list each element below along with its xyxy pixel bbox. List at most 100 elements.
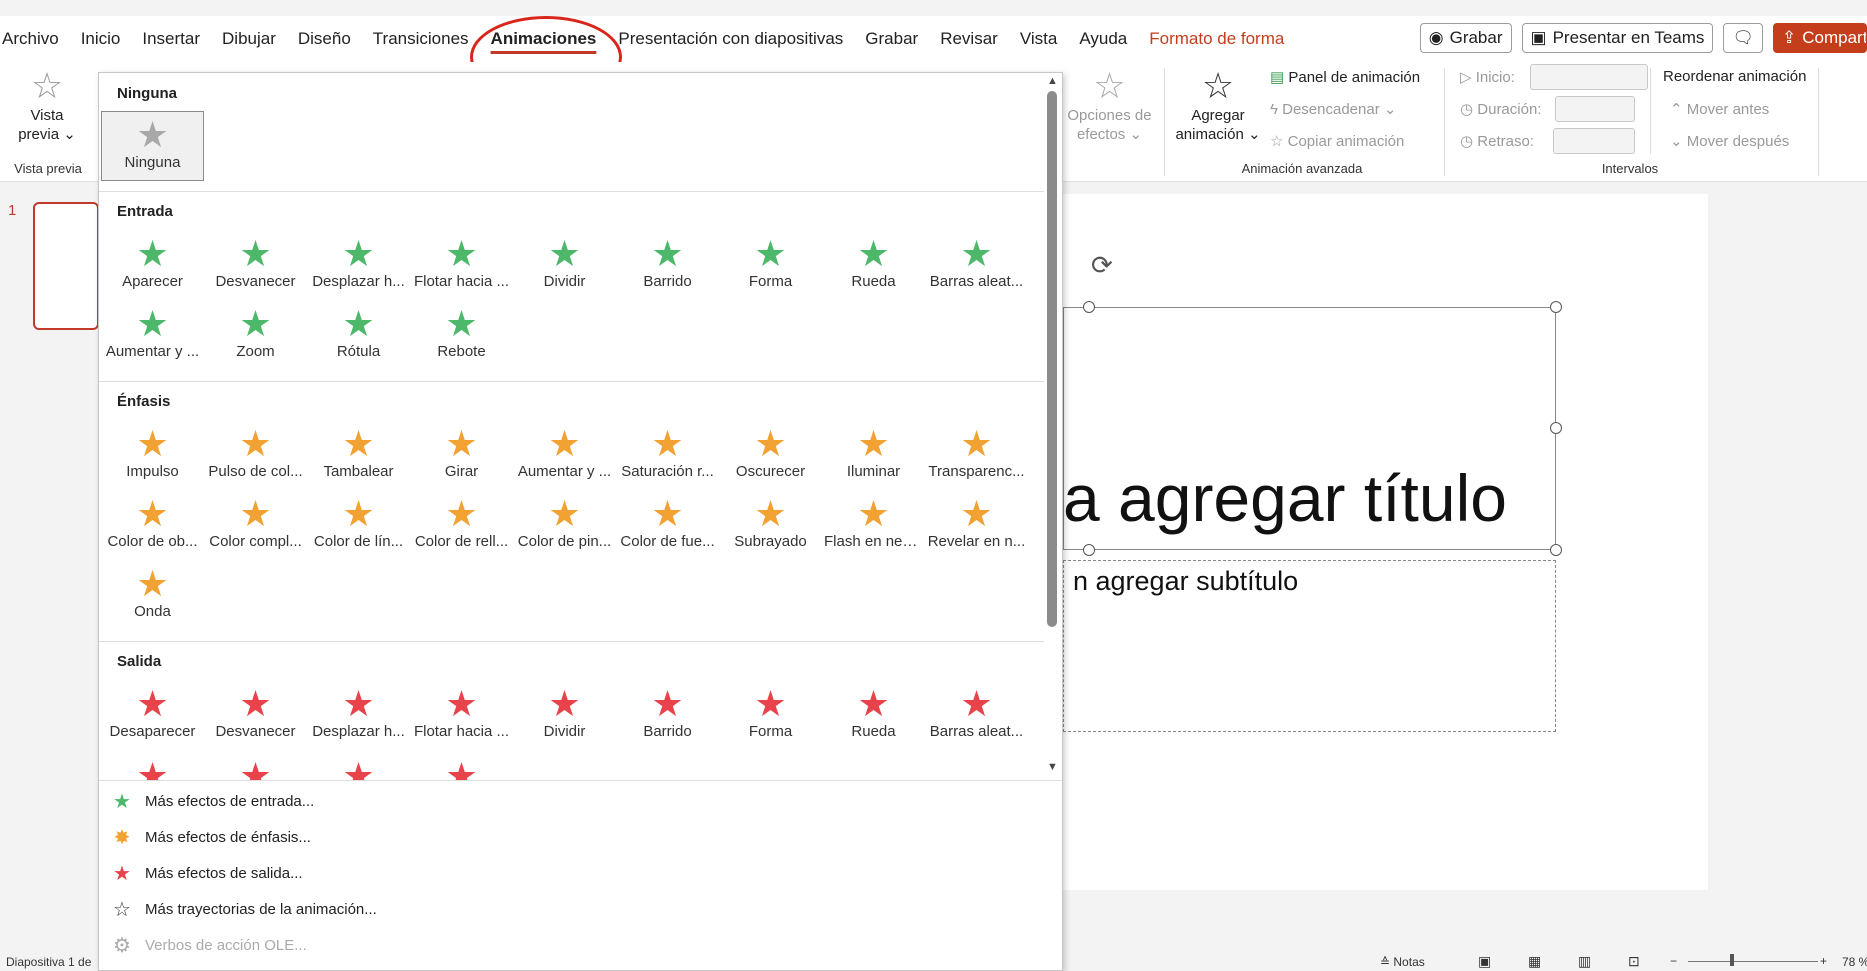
tab-0[interactable]: Archivo [0, 16, 70, 62]
exit-effect[interactable]: ★ Rueda [822, 681, 925, 747]
slide-thumbnail[interactable] [33, 202, 99, 330]
entrance-effect[interactable]: ★ Aparecer [101, 231, 204, 297]
emphasis-effect[interactable]: ★ Color de rell... [410, 491, 513, 557]
emphasis-effect[interactable]: ★ Color de ob... [101, 491, 204, 557]
exit-effect[interactable]: ★ Flotar hacia ... [410, 681, 513, 747]
tab-6[interactable]: Animaciones [480, 16, 608, 62]
zoom-out-icon[interactable]: − [1670, 954, 1677, 968]
scroll-down-icon[interactable]: ▼ [1047, 761, 1058, 773]
effect-none[interactable]: ★ Ninguna [101, 111, 204, 181]
effect-options-button[interactable]: ☆ Opciones de efectos ⌄ [1062, 66, 1157, 144]
emphasis-effect[interactable]: ★ Impulso [101, 421, 204, 487]
more-exit-item[interactable]: ★ Más efectos de salida... [111, 857, 303, 889]
entrance-effect[interactable]: ★ Barrido [616, 231, 719, 297]
tab-2[interactable]: Insertar [131, 16, 211, 62]
entrance-effect[interactable]: ★ Rueda [822, 231, 925, 297]
emphasis-effect[interactable]: ★ Color de fue... [616, 491, 719, 557]
more-entrance-item[interactable]: ★ Más efectos de entrada... [111, 785, 314, 817]
animation-pane-button[interactable]: ▤ Panel de animación [1270, 68, 1420, 86]
exit-effect-partial[interactable]: ★ [410, 753, 513, 780]
entrance-effect[interactable]: ★ Desplazar h... [307, 231, 410, 297]
emphasis-effect[interactable]: ★ Tambalear [307, 421, 410, 487]
ole-verbs-item[interactable]: ⚙ Verbos de acción OLE... [111, 929, 307, 961]
zoom-in-icon[interactable]: + [1820, 954, 1827, 968]
zoom-slider[interactable] [1688, 961, 1818, 962]
emphasis-effect[interactable]: ★ Saturación r... [616, 421, 719, 487]
emphasis-effect[interactable]: ★ Transparenc... [925, 421, 1028, 487]
delay-field[interactable] [1553, 128, 1635, 154]
exit-effect-partial[interactable]: ★ [204, 753, 307, 780]
emphasis-effect[interactable]: ★ Girar [410, 421, 513, 487]
emphasis-effect[interactable]: ★ Onda [101, 561, 204, 627]
entrance-effect[interactable]: ★ Flotar hacia ... [410, 231, 513, 297]
reading-view-icon[interactable]: ▥ [1578, 953, 1591, 970]
exit-effect[interactable]: ★ Forma [719, 681, 822, 747]
resize-handle[interactable] [1550, 544, 1562, 556]
zoom-level[interactable]: 78 % [1842, 955, 1867, 969]
entrance-effect[interactable]: ★ Desvanecer [204, 231, 307, 297]
exit-effect[interactable]: ★ Desplazar h... [307, 681, 410, 747]
resize-handle[interactable] [1083, 544, 1095, 556]
tab-12[interactable]: Formato de forma [1138, 16, 1295, 62]
scrollbar-thumb[interactable] [1047, 91, 1057, 627]
exit-effect[interactable]: ★ Desaparecer [101, 681, 204, 747]
exit-effect[interactable]: ★ Barrido [616, 681, 719, 747]
emphasis-effect[interactable]: ★ Subrayado [719, 491, 822, 557]
tab-1[interactable]: Inicio [70, 16, 132, 62]
entrance-effect[interactable]: ★ Forma [719, 231, 822, 297]
exit-effect[interactable]: ★ Barras aleat... [925, 681, 1028, 747]
exit-effect[interactable]: ★ Dividir [513, 681, 616, 747]
tab-8[interactable]: Grabar [854, 16, 929, 62]
move-later-button[interactable]: ⌄ Mover después [1670, 132, 1789, 150]
emphasis-effect[interactable]: ★ Aumentar y ... [513, 421, 616, 487]
more-paths-item[interactable]: ☆ Más trayectorias de la animación... [111, 893, 377, 925]
entrance-effect[interactable]: ★ Zoom [204, 301, 307, 367]
entrance-effect[interactable]: ★ Aumentar y ... [101, 301, 204, 367]
emphasis-effect[interactable]: ★ Revelar en n... [925, 491, 1028, 557]
emphasis-effect[interactable]: ★ Pulso de col... [204, 421, 307, 487]
comments-button[interactable]: 🗨 [1723, 23, 1763, 53]
more-emphasis-item[interactable]: ✸ Más efectos de énfasis... [111, 821, 311, 853]
trigger-button[interactable]: ϟ Desencadenar ⌄ [1270, 100, 1396, 118]
tab-7[interactable]: Presentación con diapositivas [607, 16, 854, 62]
rotate-handle-icon[interactable]: ⟳ [1091, 250, 1113, 281]
start-select[interactable] [1530, 64, 1648, 90]
notes-button[interactable]: ≙ Notas [1380, 955, 1425, 969]
entrance-effect[interactable]: ★ Barras aleat... [925, 231, 1028, 297]
duration-field[interactable] [1555, 96, 1635, 122]
entrance-effect[interactable]: ★ Rebote [410, 301, 513, 367]
entrance-effect[interactable]: ★ Dividir [513, 231, 616, 297]
emphasis-effect[interactable]: ★ Color de lín... [307, 491, 410, 557]
emphasis-effect[interactable]: ★ Iluminar [822, 421, 925, 487]
copy-animation-button[interactable]: ☆ Copiar animación [1270, 132, 1404, 150]
preview-button[interactable]: ☆ Vista previa ⌄ [8, 66, 86, 144]
tab-5[interactable]: Transiciones [362, 16, 480, 62]
present-teams-button[interactable]: ▣ Presentar en Teams [1521, 23, 1714, 53]
normal-view-icon[interactable]: ▣ [1478, 953, 1491, 970]
add-animation-button[interactable]: ☆ Agregar animación ⌄ [1172, 66, 1264, 144]
zoom-slider-thumb[interactable] [1730, 954, 1734, 966]
share-button[interactable]: ⇪Compartir [1773, 23, 1867, 53]
exit-effect[interactable]: ★ Desvanecer [204, 681, 307, 747]
emphasis-effect[interactable]: ★ Color compl... [204, 491, 307, 557]
record-button[interactable]: ◉ Grabar [1419, 23, 1512, 53]
sorter-view-icon[interactable]: ▦ [1528, 953, 1541, 970]
move-earlier-button[interactable]: ⌃ Mover antes [1670, 100, 1769, 118]
resize-handle[interactable] [1083, 301, 1095, 313]
entrance-effect[interactable]: ★ Rótula [307, 301, 410, 367]
emphasis-effect[interactable]: ★ Color de pin... [513, 491, 616, 557]
exit-effect-partial[interactable]: ★ [101, 753, 204, 780]
emphasis-effect[interactable]: ★ Flash en neg... [822, 491, 925, 557]
slide-canvas[interactable]: a agregar título n agregar subtítulo ⟳ [1063, 194, 1708, 890]
scroll-up-icon[interactable]: ▲ [1047, 75, 1058, 87]
tab-11[interactable]: Ayuda [1068, 16, 1138, 62]
tab-3[interactable]: Dibujar [211, 16, 287, 62]
presenter-view-icon[interactable]: ⊡ [1628, 953, 1640, 970]
tab-9[interactable]: Revisar [929, 16, 1009, 62]
emphasis-effect[interactable]: ★ Oscurecer [719, 421, 822, 487]
tab-10[interactable]: Vista [1009, 16, 1069, 62]
exit-effect-partial[interactable]: ★ [307, 753, 410, 780]
resize-handle[interactable] [1550, 422, 1562, 434]
tab-4[interactable]: Diseño [287, 16, 362, 62]
resize-handle[interactable] [1550, 301, 1562, 313]
